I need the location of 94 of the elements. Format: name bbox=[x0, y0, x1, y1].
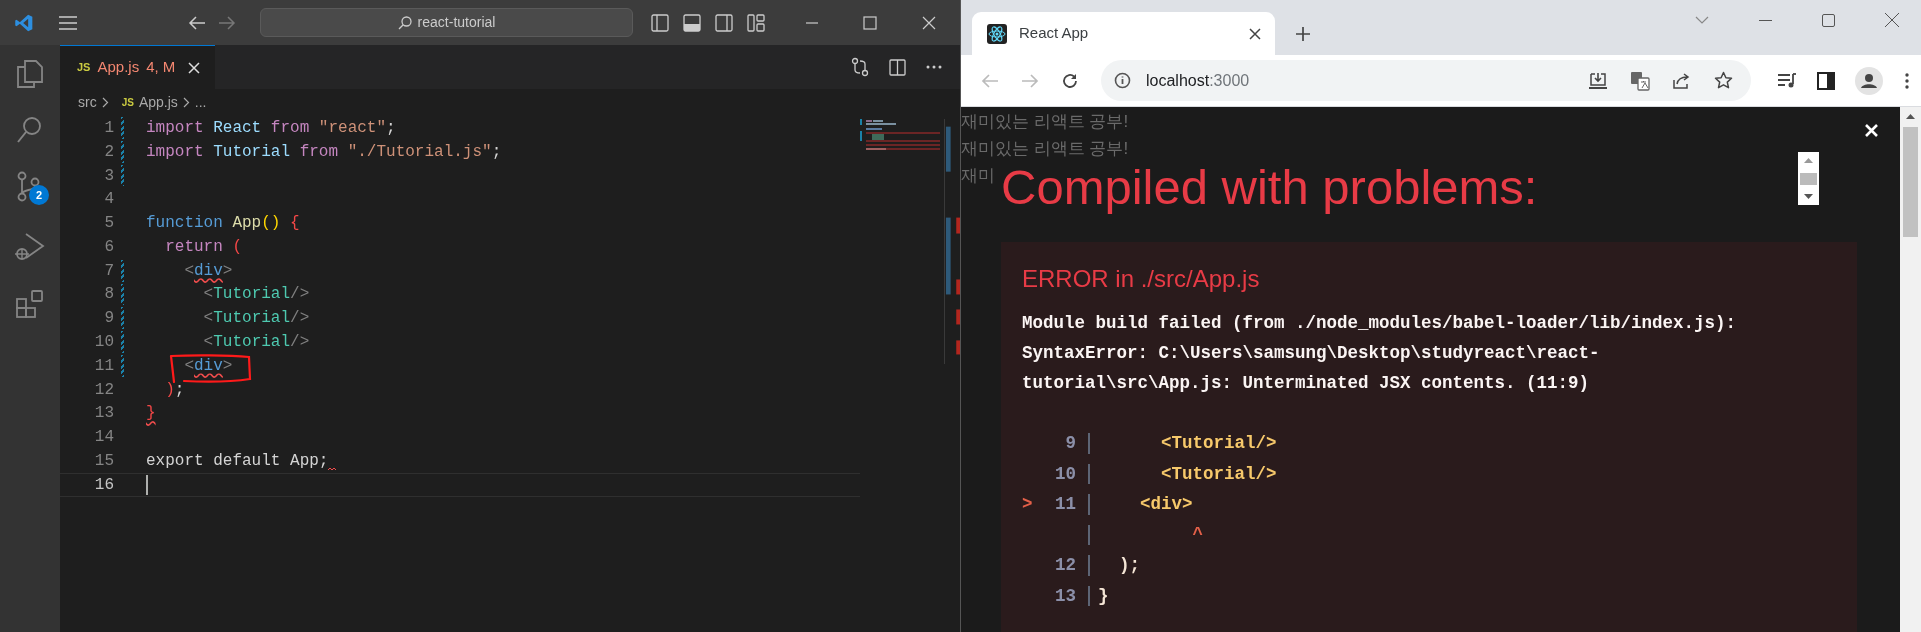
error-message-line: SyntaxError: C:\Users\samsung\Desktop\studyreact\react- bbox=[1022, 342, 1601, 365]
page-text: 재미있는 리액트 공부! bbox=[961, 138, 1129, 160]
line-number: 15 bbox=[93, 451, 114, 473]
info-icon[interactable] bbox=[1114, 72, 1131, 89]
code-line: import React from "react"; bbox=[146, 117, 396, 139]
code-line: } bbox=[146, 403, 156, 425]
back-arrow-icon[interactable] bbox=[188, 14, 206, 31]
line-number: 9 bbox=[103, 308, 114, 330]
code-line: <Tutorial/> bbox=[1160, 462, 1277, 486]
line-number: 10 bbox=[1054, 462, 1076, 486]
code-line: <Tutorial/> bbox=[203, 284, 310, 306]
translate-icon[interactable] bbox=[1630, 70, 1650, 91]
line-number: 3 bbox=[103, 165, 114, 187]
vscode-logo-icon bbox=[14, 12, 34, 33]
chevron-down-icon[interactable] bbox=[1695, 16, 1709, 24]
compare-changes-icon[interactable] bbox=[851, 57, 869, 77]
split-editor-icon[interactable] bbox=[889, 58, 906, 76]
line-number: 7 bbox=[103, 260, 114, 282]
line-number: 13 bbox=[93, 403, 114, 425]
line-number: 9 bbox=[1064, 432, 1076, 455]
search-icon bbox=[397, 15, 412, 30]
media-control-icon[interactable] bbox=[1777, 72, 1797, 89]
source-control-icon bbox=[16, 171, 42, 203]
code-line: <div> bbox=[184, 355, 233, 377]
line-number: 10 bbox=[93, 332, 114, 354]
address-bar[interactable]: localhost:3000 bbox=[1101, 60, 1751, 101]
breadcrumb-item[interactable]: ... bbox=[194, 91, 207, 113]
forward-arrow-icon[interactable] bbox=[218, 14, 236, 31]
code-line: <Tutorial/> bbox=[203, 332, 310, 354]
search-icon[interactable] bbox=[16, 115, 44, 145]
source-control-button[interactable]: 2 bbox=[13, 171, 47, 205]
code-line: <div> bbox=[184, 260, 233, 282]
browser-tab[interactable]: React App bbox=[972, 12, 1275, 55]
line-number: 12 bbox=[1054, 554, 1076, 577]
code-line: function App() { bbox=[146, 213, 300, 235]
bookmark-star-icon[interactable] bbox=[1714, 71, 1733, 90]
files-icon[interactable] bbox=[16, 59, 44, 89]
install-icon[interactable] bbox=[1588, 71, 1608, 90]
side-panel-icon[interactable] bbox=[1817, 71, 1835, 90]
more-icon[interactable] bbox=[926, 65, 942, 69]
secondary-sidebar-icon[interactable] bbox=[715, 13, 733, 32]
url-text: localhost:3000 bbox=[1146, 70, 1250, 91]
code-line: ); bbox=[1118, 554, 1140, 577]
layout-icon[interactable] bbox=[747, 13, 765, 32]
code-line: <Tutorial/> bbox=[203, 308, 310, 330]
line-number: 8 bbox=[103, 284, 114, 306]
panel-icon[interactable] bbox=[683, 13, 701, 32]
error-message-line: tutorial\src\App.js: Unterminated JSX contents. (11:9) bbox=[1022, 372, 1591, 395]
page-text: 재미 bbox=[961, 165, 995, 187]
line-number: 14 bbox=[93, 427, 114, 449]
error-heading: ERROR in ./src/App.js bbox=[1022, 264, 1261, 294]
file-type-label: JS bbox=[121, 95, 134, 110]
extensions-icon[interactable] bbox=[15, 289, 45, 319]
more-icon[interactable] bbox=[1905, 72, 1909, 89]
line-number: 11 bbox=[93, 355, 114, 377]
code-line: ); bbox=[165, 379, 185, 401]
menu-icon[interactable] bbox=[58, 14, 78, 31]
overlay-title: Compiled with problems: bbox=[1001, 162, 1538, 212]
reload-icon[interactable] bbox=[1061, 71, 1079, 90]
code-line: import Tutorial from "./Tutorial.js"; bbox=[146, 141, 502, 163]
page-text: 재미있는 리액트 공부! bbox=[961, 111, 1129, 133]
error-caret: ^ bbox=[1191, 523, 1204, 547]
line-number: 2 bbox=[103, 141, 114, 163]
maximize-icon[interactable] bbox=[1822, 13, 1835, 27]
chevron-icon bbox=[182, 96, 190, 108]
line-number: 4 bbox=[103, 189, 114, 211]
profile-avatar-icon[interactable] bbox=[1855, 66, 1883, 95]
code-line: } bbox=[1098, 584, 1109, 608]
chevron-icon bbox=[101, 96, 109, 108]
editor-tab[interactable]: JS App.js 4, M bbox=[60, 45, 215, 89]
line-number: 5 bbox=[103, 213, 114, 235]
primary-sidebar-icon[interactable] bbox=[651, 13, 669, 32]
code-line: export default App; bbox=[146, 451, 329, 473]
react-logo-icon bbox=[987, 23, 1007, 44]
code-line: <div> bbox=[1139, 493, 1193, 516]
command-center[interactable]: react-tutorial bbox=[260, 8, 633, 37]
breadcrumb-item[interactable]: src bbox=[78, 91, 97, 113]
code-line: <Tutorial/> bbox=[1160, 432, 1277, 455]
line-number: 13 bbox=[1054, 584, 1076, 608]
close-icon[interactable] bbox=[1249, 27, 1261, 40]
scroll-control-drawing bbox=[1798, 152, 1819, 205]
breadcrumb-item[interactable]: App.js bbox=[138, 91, 178, 113]
share-icon[interactable] bbox=[1672, 71, 1692, 90]
line-number: 1 bbox=[103, 117, 114, 139]
new-tab-icon[interactable] bbox=[1295, 26, 1311, 42]
code-line: return ( bbox=[165, 236, 242, 258]
line-number: 11 bbox=[1054, 493, 1076, 516]
line-number: 16 bbox=[93, 474, 114, 496]
line-number: 12 bbox=[93, 379, 114, 401]
line-number: 6 bbox=[103, 236, 114, 258]
run-debug-icon[interactable] bbox=[14, 231, 46, 263]
badge: 2 bbox=[29, 185, 49, 205]
error-line-marker: > bbox=[1022, 493, 1034, 516]
error-message-line: Module build failed (from ./node_modules/babel-loader/lib/index.js): bbox=[1022, 312, 1738, 335]
